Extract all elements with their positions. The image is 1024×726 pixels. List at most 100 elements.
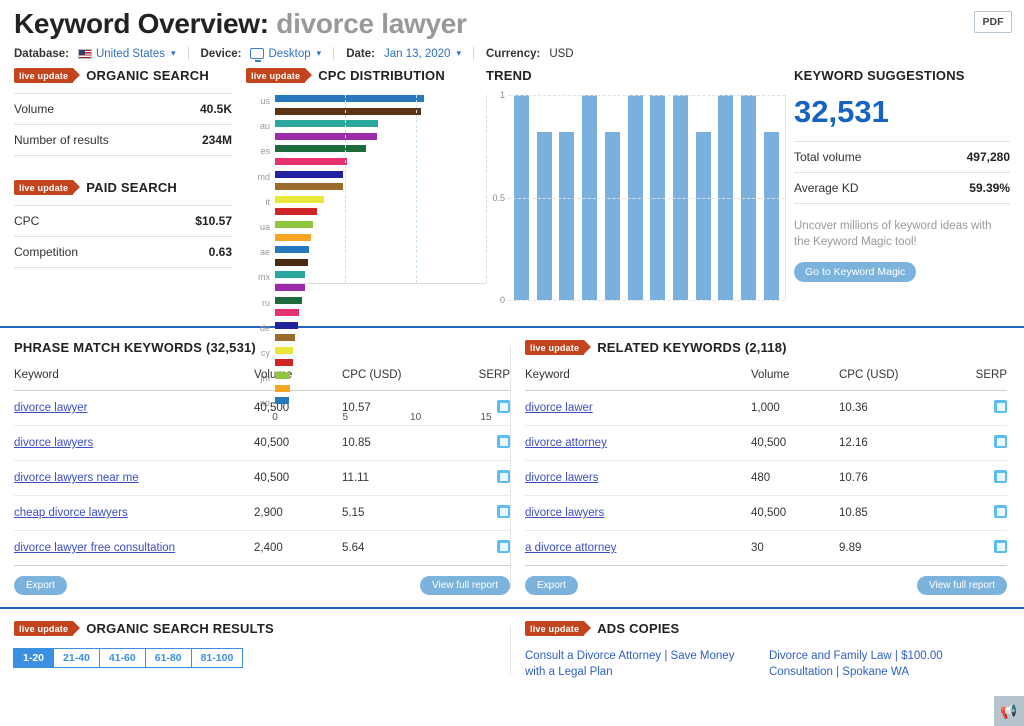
- average-kd-value: 59.39%: [969, 181, 1010, 195]
- cpc-chart-bar: [275, 170, 344, 178]
- view-full-report-button[interactable]: View full report: [420, 576, 510, 595]
- serp-icon[interactable]: [994, 540, 1007, 553]
- keyword-link[interactable]: divorce lawers: [525, 472, 599, 484]
- report-filters: Database: United States ▾ Device: Deskto…: [14, 47, 1010, 62]
- related-keywords-table: Keyword Volume CPC (USD) SERP divorce la…: [525, 369, 1007, 566]
- volume-cell: 40,500: [751, 425, 839, 461]
- keyword-suggestions-title: KEYWORD SUGGESTIONS: [794, 68, 965, 83]
- keyword-link[interactable]: divorce lawyer free consultation: [14, 542, 175, 554]
- keyword-link[interactable]: divorce lawer: [525, 402, 593, 414]
- export-button[interactable]: Export: [14, 576, 67, 595]
- ad-copy-title[interactable]: Consult a Divorce Attorney | Save Money …: [525, 648, 747, 680]
- bottom-row: live update ORGANIC SEARCH RESULTS 1-20 2…: [0, 609, 1024, 680]
- trend-chart-bar: [695, 131, 711, 300]
- serp-icon[interactable]: [497, 505, 510, 518]
- cpc-chart-bar: [275, 120, 378, 128]
- trend-chart-axis-label: 1: [499, 90, 505, 100]
- keyword-cell: divorce lawyer: [14, 390, 254, 426]
- chart-gridline: [415, 95, 417, 283]
- keyword-link[interactable]: a divorce attorney: [525, 542, 616, 554]
- export-button[interactable]: Export: [525, 576, 578, 595]
- serp-icon[interactable]: [994, 505, 1007, 518]
- column-keyword: Keyword: [14, 369, 59, 381]
- feedback-megaphone-button[interactable]: 📢: [994, 696, 1024, 726]
- currency-label: Currency:: [486, 47, 541, 60]
- database-filter[interactable]: Database: United States ▾: [14, 48, 176, 60]
- cpc-chart-bar: [275, 183, 343, 191]
- trend-chart-bar: [559, 131, 575, 300]
- keyword-link[interactable]: divorce attorney: [525, 437, 607, 449]
- serp-icon[interactable]: [497, 435, 510, 448]
- serp-icon[interactable]: [497, 540, 510, 553]
- keyword-link[interactable]: divorce lawyers: [14, 437, 93, 449]
- keyword-link[interactable]: divorce lawyers near me: [14, 472, 139, 484]
- related-keywords-title: RELATED KEYWORDS (2,118): [597, 340, 787, 355]
- date-filter[interactable]: Date: Jan 13, 2020 ▾: [346, 48, 461, 60]
- cpc-chart-tick-label: [246, 284, 270, 297]
- cpc-cell: 12.16: [839, 425, 949, 461]
- date-value[interactable]: Jan 13, 2020: [384, 48, 451, 60]
- cpc-chart-tick-label: ae: [259, 247, 270, 258]
- keyword-cell: divorce lawyers: [525, 495, 751, 531]
- trend-chart-bar: [536, 131, 552, 300]
- pagination-button-61-80[interactable]: 61-80: [144, 648, 192, 668]
- cpc-chart-tick-label: de: [259, 322, 270, 333]
- cpc-chart-tick-label: [246, 234, 270, 247]
- device-filter[interactable]: Device: Desktop ▾: [201, 48, 321, 62]
- cpc-value: $10.57: [195, 214, 232, 228]
- pagination-button-41-60[interactable]: 41-60: [98, 648, 146, 668]
- keyword-suggestions-panel: KEYWORD SUGGESTIONS 32,531 Total volume …: [786, 68, 1010, 318]
- serp-icon[interactable]: [994, 435, 1007, 448]
- serp-icon[interactable]: [994, 470, 1007, 483]
- keyword-link[interactable]: divorce lawyer: [14, 402, 88, 414]
- volume-cell: 40,500: [254, 460, 342, 496]
- page-title-keyword: divorce lawyer: [276, 8, 467, 39]
- volume-cell: 30: [751, 530, 839, 566]
- ads-copies-panel: live update ADS COPIES Consult a Divorce…: [511, 621, 1007, 680]
- organic-results-label: Number of results: [14, 133, 109, 147]
- keyword-tables-row: PHRASE MATCH KEYWORDS (32,531) Keyword V…: [0, 328, 1024, 595]
- page-title: Keyword Overview: divorce lawyer: [14, 6, 1010, 42]
- column-volume: Volume: [751, 369, 790, 381]
- keyword-cell: divorce lawyers near me: [14, 460, 254, 496]
- cpc-chart-tick-label: it: [265, 196, 271, 207]
- serp-icon[interactable]: [497, 470, 510, 483]
- pagination-button-1-20[interactable]: 1-20: [13, 648, 55, 668]
- related-keywords-actions: Export View full report: [525, 576, 1007, 595]
- serp-icon[interactable]: [497, 400, 510, 413]
- keyword-link[interactable]: cheap divorce lawyers: [14, 507, 128, 519]
- keyword-link[interactable]: divorce lawyers: [525, 507, 604, 519]
- device-value[interactable]: Desktop: [268, 48, 310, 60]
- column-serp: SERP: [478, 369, 510, 381]
- cpc-chart-bar: [275, 246, 309, 254]
- organic-results-title: ORGANIC SEARCH RESULTS: [86, 621, 274, 636]
- pagination-button-81-100[interactable]: 81-100: [190, 648, 244, 668]
- cpc-chart-bar: [275, 107, 422, 115]
- table-row: divorce lawer 1,000 10.36: [525, 390, 1007, 426]
- pagination-button-21-40[interactable]: 21-40: [53, 648, 100, 668]
- us-flag-icon: [77, 48, 92, 59]
- total-volume-value: 497,280: [966, 150, 1010, 164]
- live-update-badge: live update: [14, 68, 81, 83]
- serp-cell: [949, 530, 1007, 566]
- go-to-keyword-magic-button[interactable]: Go to Keyword Magic: [794, 262, 917, 282]
- column-volume: Volume: [254, 369, 293, 381]
- cpc-chart-tick-label: ua: [259, 221, 270, 232]
- serp-icon[interactable]: [994, 400, 1007, 413]
- pdf-export-button[interactable]: PDF: [974, 11, 1012, 33]
- keyword-magic-note: Uncover millions of keyword ideas with t…: [794, 220, 992, 248]
- view-full-report-button[interactable]: View full report: [917, 576, 1007, 595]
- phrase-match-actions: Export View full report: [14, 576, 510, 595]
- cpc-chart-bar: [275, 384, 291, 392]
- keyword-cell: divorce attorney: [525, 425, 751, 461]
- trend-title: TREND: [486, 68, 532, 83]
- ad-copy-title[interactable]: Divorce and Family Law | $100.00 Consult…: [769, 648, 991, 680]
- database-value[interactable]: United States: [96, 48, 165, 60]
- filter-divider: [473, 47, 474, 60]
- cpc-chart-tick-label: [246, 259, 270, 272]
- competition-label: Competition: [14, 245, 79, 259]
- trend-chart-axis-label: 0.5: [492, 192, 505, 203]
- cpc-chart-tick-label: au: [259, 121, 270, 132]
- trend-chart: 0 0.5 1: [486, 90, 786, 305]
- cpc-chart-bar: [275, 296, 303, 304]
